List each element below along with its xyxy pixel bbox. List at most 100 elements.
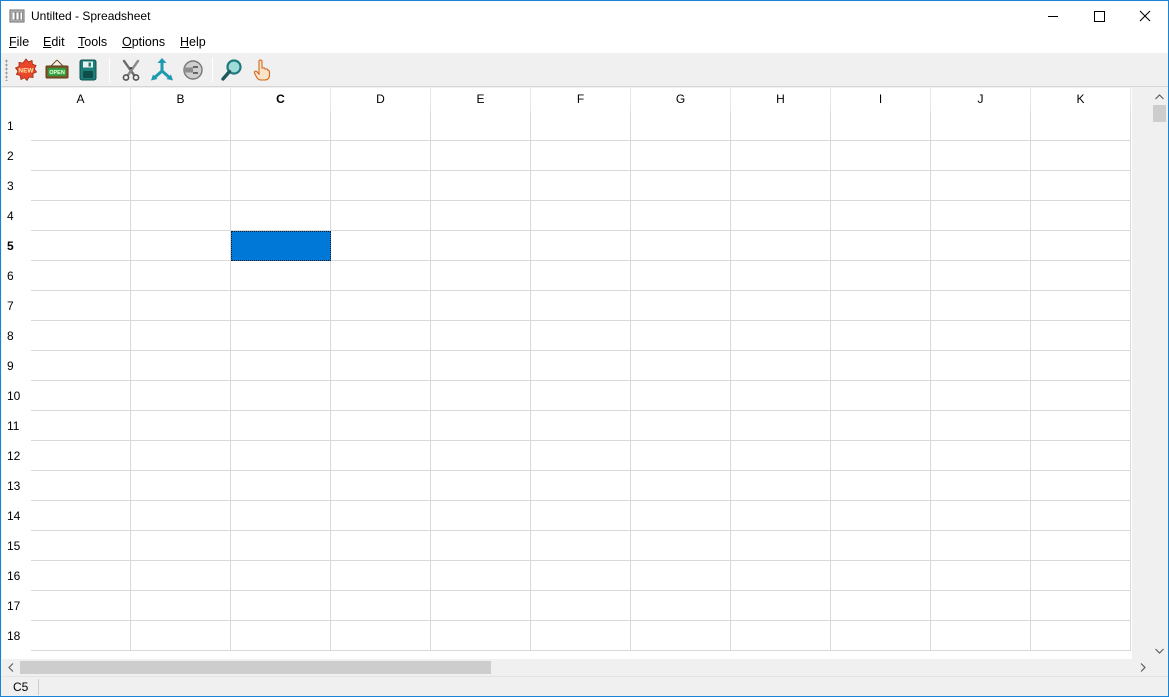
cell-k1[interactable]: [1031, 111, 1131, 141]
cell-e18[interactable]: [431, 621, 531, 651]
cell-e4[interactable]: [431, 201, 531, 231]
cell-c16[interactable]: [231, 561, 331, 591]
cell-f6[interactable]: [531, 261, 631, 291]
merge-button[interactable]: [149, 57, 175, 83]
cell-a5[interactable]: [31, 231, 131, 261]
hand-button[interactable]: [249, 57, 275, 83]
cell-h17[interactable]: [731, 591, 831, 621]
select-all-corner[interactable]: [2, 88, 31, 111]
spreadsheet-app-icon[interactable]: [9, 8, 25, 24]
row-header-4[interactable]: 4: [2, 201, 31, 231]
cell-i11[interactable]: [831, 411, 931, 441]
column-header-g[interactable]: G: [631, 88, 731, 111]
cell-j4[interactable]: [931, 201, 1031, 231]
cell-f17[interactable]: [531, 591, 631, 621]
cell-c12[interactable]: [231, 441, 331, 471]
cell-g5[interactable]: [631, 231, 731, 261]
column-header-k[interactable]: K: [1031, 88, 1131, 111]
cell-b2[interactable]: [131, 141, 231, 171]
cell-c3[interactable]: [231, 171, 331, 201]
cell-e2[interactable]: [431, 141, 531, 171]
column-header-b[interactable]: B: [131, 88, 231, 111]
cell-h14[interactable]: [731, 501, 831, 531]
cell-j1[interactable]: [931, 111, 1031, 141]
cell-e7[interactable]: [431, 291, 531, 321]
cell-j9[interactable]: [931, 351, 1031, 381]
cell-c6[interactable]: [231, 261, 331, 291]
cell-h10[interactable]: [731, 381, 831, 411]
cell-f13[interactable]: [531, 471, 631, 501]
row-header-13[interactable]: 13: [2, 471, 31, 501]
cell-g1[interactable]: [631, 111, 731, 141]
cell-a13[interactable]: [31, 471, 131, 501]
column-header-c[interactable]: C: [231, 88, 331, 111]
cell-b6[interactable]: [131, 261, 231, 291]
cell-g12[interactable]: [631, 441, 731, 471]
cell-c17[interactable]: [231, 591, 331, 621]
cell-b16[interactable]: [131, 561, 231, 591]
cell-f15[interactable]: [531, 531, 631, 561]
cell-j11[interactable]: [931, 411, 1031, 441]
cell-h1[interactable]: [731, 111, 831, 141]
cell-i5[interactable]: [831, 231, 931, 261]
find-button[interactable]: [219, 57, 245, 83]
vertical-scroll-thumb[interactable]: [1153, 105, 1166, 122]
cell-e13[interactable]: [431, 471, 531, 501]
cell-k2[interactable]: [1031, 141, 1131, 171]
cell-j10[interactable]: [931, 381, 1031, 411]
cell-a1[interactable]: [31, 111, 131, 141]
row-header-11[interactable]: 11: [2, 411, 31, 441]
cell-d16[interactable]: [331, 561, 431, 591]
cell-a8[interactable]: [31, 321, 131, 351]
cell-k10[interactable]: [1031, 381, 1131, 411]
cell-a3[interactable]: [31, 171, 131, 201]
cell-f16[interactable]: [531, 561, 631, 591]
cell-a4[interactable]: [31, 201, 131, 231]
cell-d17[interactable]: [331, 591, 431, 621]
cell-j18[interactable]: [931, 621, 1031, 651]
cell-c8[interactable]: [231, 321, 331, 351]
cell-d5[interactable]: [331, 231, 431, 261]
cell-f11[interactable]: [531, 411, 631, 441]
cell-d13[interactable]: [331, 471, 431, 501]
cell-e11[interactable]: [431, 411, 531, 441]
cell-d6[interactable]: [331, 261, 431, 291]
cell-d12[interactable]: [331, 441, 431, 471]
cell-h15[interactable]: [731, 531, 831, 561]
spreadsheet-grid[interactable]: A B C D E F G H I J K 1 2 3 4 5 6 7 8 9 10 11 12 13 1…: [2, 88, 1132, 659]
menu-help[interactable]: Help: [180, 35, 206, 49]
open-button[interactable]: OPEN: [44, 57, 70, 83]
maximize-button[interactable]: [1076, 1, 1122, 31]
cell-g16[interactable]: [631, 561, 731, 591]
horizontal-scrollbar[interactable]: [2, 659, 1151, 676]
cell-j15[interactable]: [931, 531, 1031, 561]
cell-e5[interactable]: [431, 231, 531, 261]
cell-g8[interactable]: [631, 321, 731, 351]
cell-a6[interactable]: [31, 261, 131, 291]
cell-h7[interactable]: [731, 291, 831, 321]
cell-e9[interactable]: [431, 351, 531, 381]
column-header-f[interactable]: F: [531, 88, 631, 111]
cell-j16[interactable]: [931, 561, 1031, 591]
cell-i18[interactable]: [831, 621, 931, 651]
cell-g17[interactable]: [631, 591, 731, 621]
row-header-5[interactable]: 5: [2, 231, 31, 261]
cell-j8[interactable]: [931, 321, 1031, 351]
toolbar-grip[interactable]: [5, 59, 8, 81]
cell-g11[interactable]: [631, 411, 731, 441]
cell-f12[interactable]: [531, 441, 631, 471]
cell-j12[interactable]: [931, 441, 1031, 471]
menu-options[interactable]: Options: [122, 35, 165, 49]
cell-i8[interactable]: [831, 321, 931, 351]
cell-c18[interactable]: [231, 621, 331, 651]
cell-b12[interactable]: [131, 441, 231, 471]
cell-d14[interactable]: [331, 501, 431, 531]
cell-c7[interactable]: [231, 291, 331, 321]
cell-i6[interactable]: [831, 261, 931, 291]
cell-a10[interactable]: [31, 381, 131, 411]
row-header-14[interactable]: 14: [2, 501, 31, 531]
cell-f1[interactable]: [531, 111, 631, 141]
cell-j5[interactable]: [931, 231, 1031, 261]
cell-c1[interactable]: [231, 111, 331, 141]
horizontal-scroll-thumb[interactable]: [20, 661, 491, 674]
